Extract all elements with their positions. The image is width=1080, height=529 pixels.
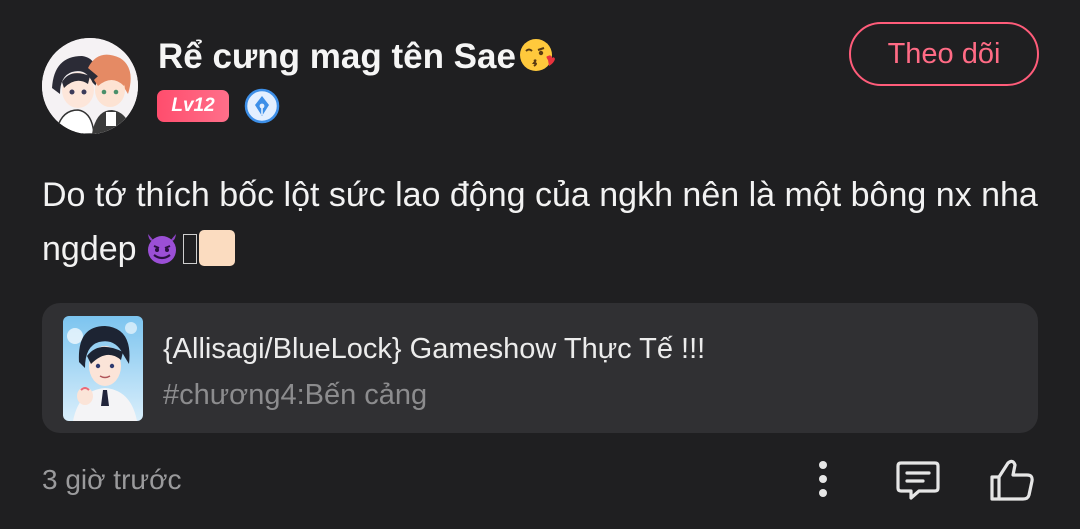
more-icon xyxy=(819,461,827,497)
author-name-text: Rể cưng mag tên Sae xyxy=(158,37,516,76)
comment-button[interactable] xyxy=(893,455,943,505)
story-title: {Allisagi/BlueLock} Gameshow Thực Tế !!! xyxy=(163,333,706,365)
story-cover xyxy=(63,316,143,421)
story-card[interactable]: {Allisagi/BlueLock} Gameshow Thực Tế !!!… xyxy=(42,303,1038,433)
author-name[interactable]: Rể cưng mag tên Sae xyxy=(158,34,558,79)
follow-button[interactable]: Theo dõi xyxy=(849,22,1039,86)
anime-couple-avatar-icon xyxy=(42,38,138,134)
light-skin-tone-icon xyxy=(198,230,235,266)
smiling-devil-icon xyxy=(147,234,176,264)
thumbs-up-icon xyxy=(990,459,1034,501)
post-content: Do tớ thích bốc lột sức lao động của ngk… xyxy=(42,168,1052,276)
author-avatar[interactable] xyxy=(42,38,138,134)
anime-boy-cover-icon xyxy=(63,316,143,421)
like-button[interactable] xyxy=(987,455,1037,505)
face-blowing-kiss-icon xyxy=(519,39,555,71)
post-timestamp: 3 giờ trước xyxy=(42,464,182,495)
more-options-button[interactable] xyxy=(798,455,848,505)
story-chapter: #chương4:Bến cảng xyxy=(163,379,428,411)
pen-nib-badge-icon xyxy=(244,88,280,124)
missing-glyph-icon xyxy=(182,234,197,264)
comment-icon xyxy=(896,461,940,500)
level-badge: Lv12 xyxy=(157,90,229,122)
